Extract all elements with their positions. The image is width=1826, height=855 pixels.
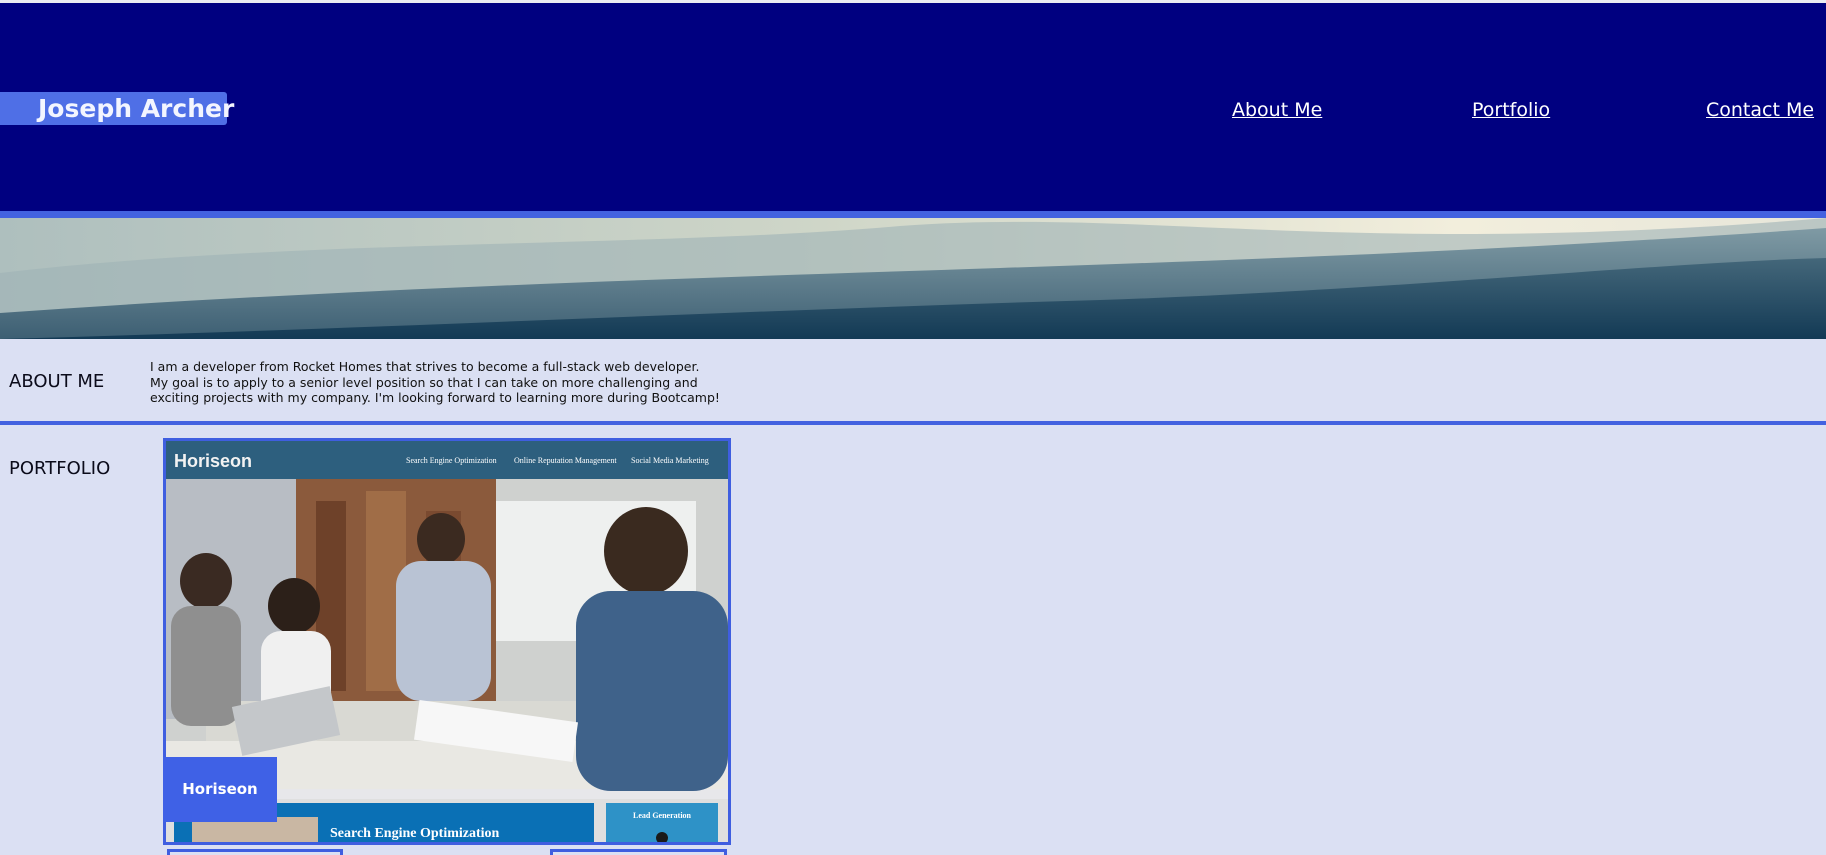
section-divider xyxy=(0,421,1826,425)
nav-link-contact-me[interactable]: Contact Me xyxy=(1706,98,1814,122)
about-text-line: exciting projects with my company. I'm l… xyxy=(150,390,720,405)
portfolio-section-title: PORTFOLIO xyxy=(9,458,111,479)
header-border xyxy=(0,211,1826,218)
about-text-line: My goal is to apply to a senior level po… xyxy=(150,374,698,390)
portfolio-thumbnail-next[interactable] xyxy=(167,849,343,855)
thumb-side-title: Lead Generation xyxy=(633,811,692,820)
nav-link-portfolio[interactable]: Portfolio xyxy=(1472,98,1550,122)
thumb-nav-item: Search Engine Optimization xyxy=(406,456,497,465)
thumb-nav-item: Social Media Marketing xyxy=(631,456,709,465)
thumb-nav-item: Online Reputation Management xyxy=(514,456,617,465)
thumb-brand: Horiseon xyxy=(174,451,252,471)
about-text-line: I am a developer from Rocket Homes that … xyxy=(150,359,700,374)
thumb-section-title: Search Engine Optimization xyxy=(330,826,500,841)
site-logo[interactable]: Joseph Archer xyxy=(0,92,234,125)
portfolio-thumbnail-next[interactable] xyxy=(550,849,727,855)
about-section-title: ABOUT ME xyxy=(9,371,105,392)
nav-link-about-me[interactable]: About Me xyxy=(1232,98,1322,122)
site-header: Joseph Archer About Me Portfolio Contact… xyxy=(0,3,1826,211)
hero-image xyxy=(0,218,1826,339)
about-text: I am a developer from Rocket Homes that … xyxy=(150,359,720,406)
portfolio-item-label[interactable]: Horiseon xyxy=(163,757,277,822)
